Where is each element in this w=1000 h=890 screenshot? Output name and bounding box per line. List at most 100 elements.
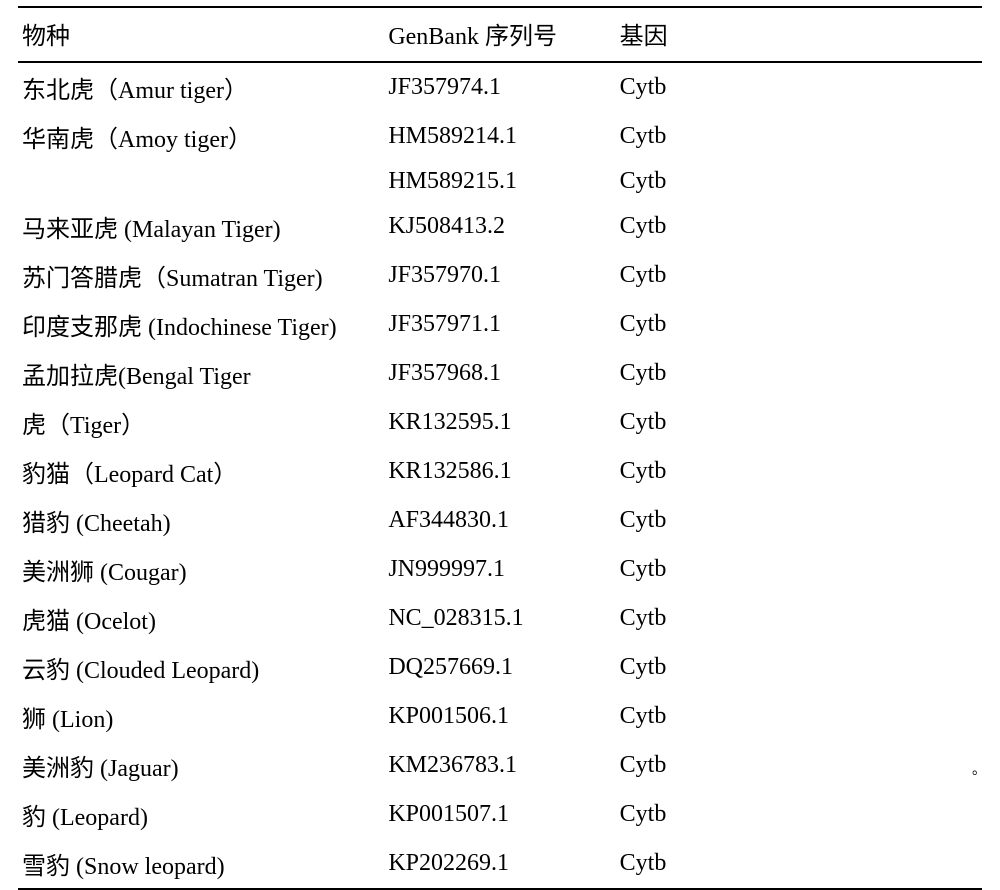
cell-species: 华南虎（Amoy tiger）: [18, 112, 384, 161]
cell-genbank: KJ508413.2: [384, 202, 615, 251]
cell-species: 孟加拉虎(Bengal Tiger: [18, 349, 384, 398]
cell-gene: Cytb: [616, 447, 982, 496]
cell-genbank: DQ257669.1: [384, 643, 615, 692]
table-row: 猎豹 (Cheetah)AF344830.1Cytb: [18, 496, 982, 545]
species-cn: 豹: [22, 805, 46, 831]
species-cn: 美洲狮: [22, 560, 94, 586]
species-en: (Snow leopard): [70, 854, 225, 880]
species-en: (Bengal Tiger: [118, 364, 251, 390]
cell-gene: Cytb: [616, 496, 982, 545]
species-en: （Sumatran Tiger): [142, 266, 323, 292]
header-genbank-cn: 序列号: [485, 24, 557, 50]
cell-species: 云豹 (Clouded Leopard): [18, 643, 384, 692]
species-cn: 印度支那虎: [22, 315, 142, 341]
cell-genbank: NC_028315.1: [384, 594, 615, 643]
cell-genbank: HM589215.1: [384, 161, 615, 202]
cell-species: 豹猫（Leopard Cat）: [18, 447, 384, 496]
cell-gene: Cytb: [616, 161, 982, 202]
species-cn: 苏门答腊虎: [22, 266, 142, 292]
cell-gene: Cytb: [616, 643, 982, 692]
cell-genbank: KR132586.1: [384, 447, 615, 496]
cell-genbank: JF357970.1: [384, 251, 615, 300]
cell-species: 印度支那虎 (Indochinese Tiger): [18, 300, 384, 349]
cell-species: 虎猫 (Ocelot): [18, 594, 384, 643]
table-row: 豹 (Leopard)KP001507.1Cytb: [18, 790, 982, 839]
cell-gene: Cytb: [616, 741, 982, 790]
species-cn: 东北虎: [22, 78, 94, 104]
species-cn: 孟加拉虎: [22, 364, 118, 390]
table-row: 苏门答腊虎（Sumatran Tiger)JF357970.1Cytb: [18, 251, 982, 300]
species-cn: 虎猫: [22, 609, 70, 635]
cell-gene: Cytb: [616, 300, 982, 349]
species-en: (Lion): [46, 707, 113, 733]
table-row: 虎（Tiger）KR132595.1Cytb: [18, 398, 982, 447]
header-row: 物种 GenBank 序列号 基因: [18, 7, 982, 62]
cell-gene: Cytb: [616, 839, 982, 889]
species-en: (Clouded Leopard): [70, 658, 259, 684]
footer-mark: 。: [972, 759, 986, 779]
species-en: (Indochinese Tiger): [142, 315, 337, 341]
species-en: (Malayan Tiger): [118, 217, 281, 243]
cell-gene: Cytb: [616, 594, 982, 643]
cell-species: [18, 161, 384, 202]
species-cn: 狮: [22, 707, 46, 733]
cell-species: 美洲豹 (Jaguar): [18, 741, 384, 790]
species-en: (Ocelot): [70, 609, 156, 635]
cell-species: 东北虎（Amur tiger）: [18, 62, 384, 112]
cell-genbank: KR132595.1: [384, 398, 615, 447]
cell-species: 苏门答腊虎（Sumatran Tiger): [18, 251, 384, 300]
cell-genbank: JN999997.1: [384, 545, 615, 594]
table-body: 东北虎（Amur tiger）JF357974.1Cytb华南虎（Amoy ti…: [18, 62, 982, 889]
header-gene: 基因: [616, 7, 982, 62]
cell-gene: Cytb: [616, 202, 982, 251]
cell-gene: Cytb: [616, 545, 982, 594]
species-cn: 雪豹: [22, 854, 70, 880]
cell-genbank: JF357971.1: [384, 300, 615, 349]
species-en: （Tiger）: [46, 413, 145, 439]
species-cn: 美洲豹: [22, 756, 94, 782]
cell-gene: Cytb: [616, 251, 982, 300]
cell-genbank: HM589214.1: [384, 112, 615, 161]
cell-gene: Cytb: [616, 692, 982, 741]
species-table: 物种 GenBank 序列号 基因 东北虎（Amur tiger）JF35797…: [18, 6, 982, 890]
cell-genbank: KP001506.1: [384, 692, 615, 741]
cell-species: 马来亚虎 (Malayan Tiger): [18, 202, 384, 251]
cell-genbank: JF357974.1: [384, 62, 615, 112]
cell-species: 美洲狮 (Cougar): [18, 545, 384, 594]
species-en: (Leopard): [46, 805, 148, 831]
species-en: （Leopard Cat）: [70, 462, 237, 488]
header-species: 物种: [18, 7, 384, 62]
species-en: （Amur tiger）: [94, 78, 248, 104]
table-row: 马来亚虎 (Malayan Tiger)KJ508413.2Cytb: [18, 202, 982, 251]
species-en: （Amoy tiger）: [94, 127, 252, 153]
cell-genbank: KM236783.1: [384, 741, 615, 790]
cell-genbank: JF357968.1: [384, 349, 615, 398]
cell-species: 豹 (Leopard): [18, 790, 384, 839]
species-cn: 华南虎: [22, 127, 94, 153]
table-row: 华南虎（Amoy tiger）HM589214.1Cytb: [18, 112, 982, 161]
table-row: 云豹 (Clouded Leopard)DQ257669.1Cytb: [18, 643, 982, 692]
species-cn: 云豹: [22, 658, 70, 684]
species-cn: 豹猫: [22, 462, 70, 488]
table-row: 雪豹 (Snow leopard)KP202269.1Cytb: [18, 839, 982, 889]
cell-genbank: AF344830.1: [384, 496, 615, 545]
table-row: 孟加拉虎(Bengal TigerJF357968.1Cytb: [18, 349, 982, 398]
species-en: (Cheetah): [70, 511, 171, 537]
cell-gene: Cytb: [616, 790, 982, 839]
species-cn: 猎豹: [22, 511, 70, 537]
cell-genbank: KP001507.1: [384, 790, 615, 839]
table-row: 美洲狮 (Cougar)JN999997.1Cytb: [18, 545, 982, 594]
species-en: (Jaguar): [94, 756, 179, 782]
species-en: (Cougar): [94, 560, 187, 586]
header-genbank-en: GenBank: [388, 24, 479, 50]
table-row: 东北虎（Amur tiger）JF357974.1Cytb: [18, 62, 982, 112]
cell-species: 雪豹 (Snow leopard): [18, 839, 384, 889]
cell-gene: Cytb: [616, 62, 982, 112]
table-row: 豹猫（Leopard Cat）KR132586.1Cytb: [18, 447, 982, 496]
table-row: 狮 (Lion)KP001506.1Cytb: [18, 692, 982, 741]
cell-gene: Cytb: [616, 398, 982, 447]
cell-species: 虎（Tiger）: [18, 398, 384, 447]
cell-species: 猎豹 (Cheetah): [18, 496, 384, 545]
cell-species: 狮 (Lion): [18, 692, 384, 741]
table-container: 物种 GenBank 序列号 基因 东北虎（Amur tiger）JF35797…: [18, 6, 982, 890]
